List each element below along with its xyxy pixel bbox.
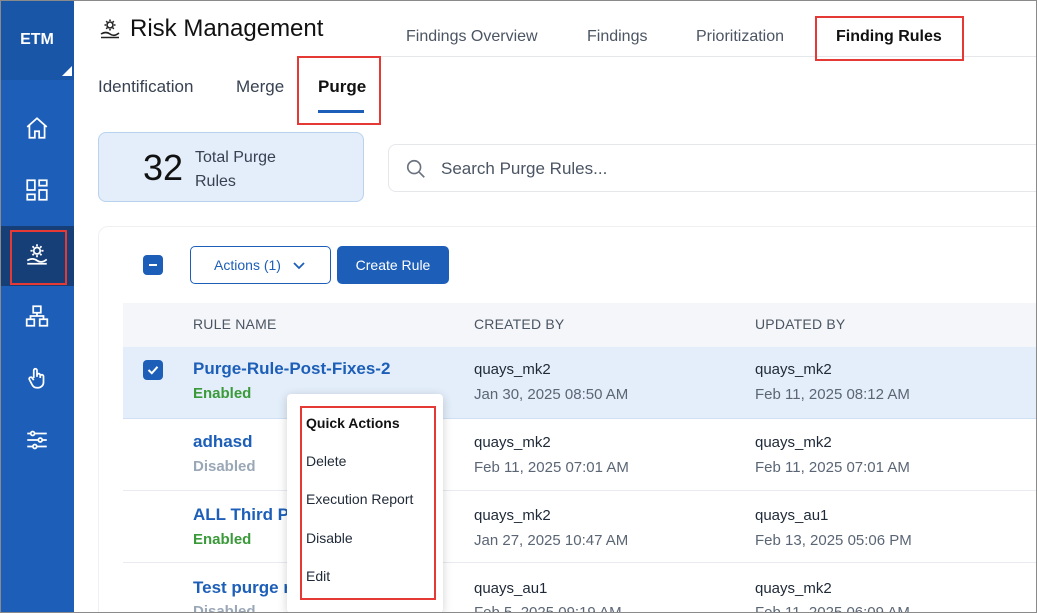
updated-at: Feb 11, 2025 06:09 AM [755, 604, 910, 613]
column-created-by[interactable]: CREATED BY [474, 316, 564, 332]
created-at: Feb 11, 2025 07:01 AM [474, 459, 629, 476]
sidebar: ETM [0, 0, 74, 613]
status-badge: Disabled [193, 458, 256, 475]
created-at: Feb 5, 2025 09:19 AM [474, 604, 622, 613]
select-all-checkbox[interactable] [143, 255, 163, 275]
sidebar-item-touch[interactable] [0, 350, 74, 410]
sidebar-item-hierarchy[interactable] [0, 288, 74, 348]
rule-name-link[interactable]: Test purge r [193, 578, 290, 598]
menu-item-delete[interactable]: Delete [306, 453, 346, 469]
home-icon [24, 115, 50, 146]
chevron-down-icon [291, 257, 307, 273]
updated-at: Feb 13, 2025 05:06 PM [755, 532, 912, 549]
menu-item-disable[interactable]: Disable [306, 530, 353, 546]
updated-by: quays_au1 [755, 507, 829, 524]
subtab-identification[interactable]: Identification [98, 77, 193, 97]
expand-corner-icon[interactable] [62, 66, 72, 76]
created-at: Jan 27, 2025 10:47 AM [474, 532, 629, 549]
total-purge-rules-card: 32 Total Purge Rules [98, 132, 364, 202]
touch-icon [24, 365, 50, 396]
hierarchy-icon [24, 303, 50, 334]
table-row[interactable] [123, 347, 1037, 419]
row-checkbox[interactable] [143, 360, 163, 380]
total-count-label: Total Purge Rules [195, 149, 276, 190]
search-box[interactable] [388, 144, 1037, 192]
risk-management-title-icon [98, 17, 122, 41]
updated-at: Feb 11, 2025 08:12 AM [755, 386, 910, 403]
created-by: quays_au1 [474, 580, 548, 597]
sidebar-item-settings[interactable] [0, 412, 74, 472]
dashboard-icon [24, 177, 50, 208]
active-subtab-indicator [318, 110, 364, 113]
actions-dropdown-button[interactable]: Actions (1) [190, 246, 331, 284]
updated-by: quays_mk2 [755, 580, 832, 597]
column-rule-name[interactable]: RULE NAME [193, 316, 276, 332]
menu-item-execution-report[interactable]: Execution Report [306, 491, 413, 507]
create-rule-button[interactable]: Create Rule [337, 246, 449, 284]
risk-management-icon [24, 241, 50, 272]
minus-icon [146, 258, 160, 272]
updated-by: quays_mk2 [755, 361, 832, 378]
page-title-text: Risk Management [130, 15, 324, 42]
tab-findings-overview[interactable]: Findings Overview [406, 28, 538, 46]
brand-label: ETM [20, 31, 54, 48]
search-input[interactable] [441, 155, 1001, 183]
tab-finding-rules[interactable]: Finding Rules [836, 28, 942, 46]
created-by: quays_mk2 [474, 361, 551, 378]
status-badge: Enabled [193, 385, 252, 402]
updated-at: Feb 11, 2025 07:01 AM [755, 459, 910, 476]
total-count: 32 [143, 147, 184, 188]
menu-item-edit[interactable]: Edit [306, 568, 330, 584]
rule-name-link[interactable]: ALL Third P [193, 505, 289, 525]
sidebar-item-risk-management[interactable] [0, 226, 74, 286]
subtab-purge[interactable]: Purge [318, 77, 366, 97]
status-badge: Enabled [193, 531, 252, 548]
column-updated-by[interactable]: UPDATED BY [755, 316, 845, 332]
table-row[interactable] [123, 491, 1037, 563]
sidebar-item-home[interactable] [0, 100, 74, 160]
created-by: quays_mk2 [474, 507, 551, 524]
actions-label: Actions (1) [214, 257, 281, 273]
created-by: quays_mk2 [474, 434, 551, 451]
table-row[interactable] [123, 419, 1037, 491]
quick-actions-title: Quick Actions [306, 415, 400, 431]
created-at: Jan 30, 2025 08:50 AM [474, 386, 629, 403]
subtab-merge[interactable]: Merge [236, 77, 284, 97]
updated-by: quays_mk2 [755, 434, 832, 451]
tab-findings[interactable]: Findings [587, 28, 647, 46]
page-title: Risk Management [98, 14, 323, 44]
header-divider [380, 56, 1037, 57]
sidebar-item-dashboard[interactable] [0, 162, 74, 222]
sliders-icon [24, 427, 50, 458]
status-badge: Disabled [193, 603, 256, 613]
rule-name-link[interactable]: adhasd [193, 432, 253, 452]
rule-name-link[interactable]: Purge-Rule-Post-Fixes-2 [193, 359, 390, 379]
tab-prioritization[interactable]: Prioritization [696, 28, 784, 46]
checkmark-icon [146, 363, 160, 377]
brand-logo[interactable]: ETM [0, 0, 74, 80]
